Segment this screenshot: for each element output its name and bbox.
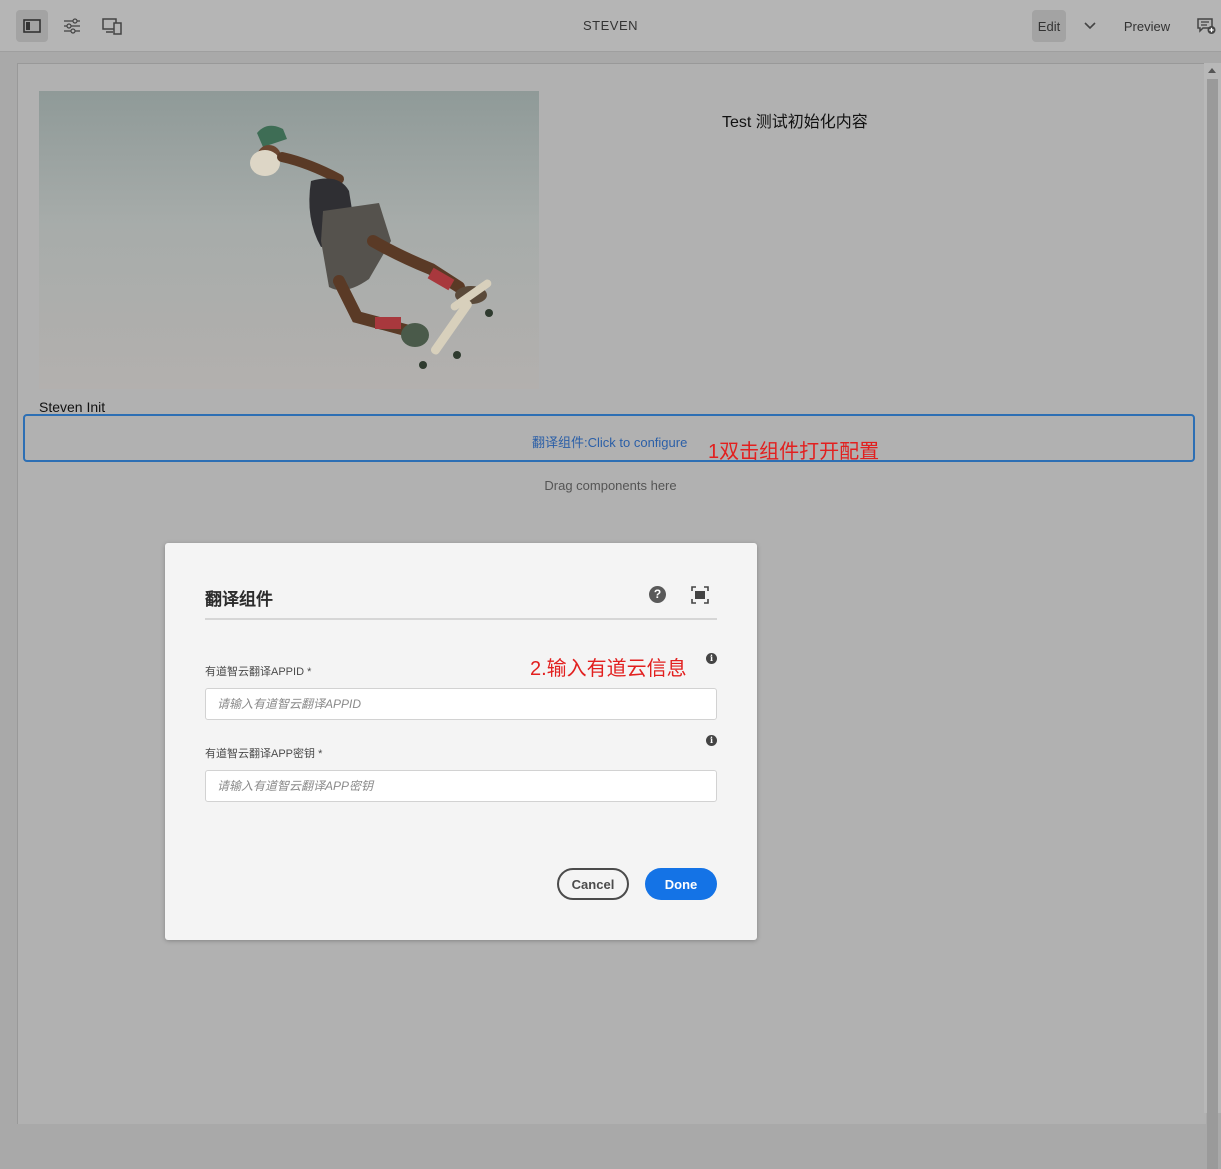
preview-mode-label: Preview <box>1123 18 1171 34</box>
mode-dropdown-button[interactable] <box>1076 10 1104 42</box>
app-secret-label: 有道智云翻译APP密钥 * <box>205 748 323 760</box>
translation-component-placeholder[interactable]: 翻译组件:Click to configure <box>23 414 1195 462</box>
drag-components-here[interactable]: Drag components here <box>0 478 1221 493</box>
edit-mode-label: Edit <box>1037 18 1061 34</box>
appid-info-icon[interactable]: i <box>706 653 717 664</box>
component-configure-label: 翻译组件:Click to configure <box>532 435 688 450</box>
steven-init-text[interactable]: Steven Init <box>39 399 105 415</box>
test-text[interactable]: Test 测试初始化内容 <box>722 108 868 132</box>
annotation-step-2: 2.输入有道云信息 <box>530 658 687 680</box>
edit-mode-button[interactable]: Edit <box>1032 10 1066 42</box>
dialog-title: 翻译组件 <box>205 590 273 609</box>
help-icon[interactable]: ? <box>649 586 666 603</box>
annotations-icon <box>1197 18 1216 34</box>
skateboarder-illustration <box>250 125 493 369</box>
app-secret-input[interactable] <box>205 770 717 802</box>
fullscreen-icon <box>691 586 709 604</box>
annotations-button[interactable] <box>1192 10 1220 42</box>
appid-input[interactable] <box>205 688 717 720</box>
app-secret-info-icon[interactable]: i <box>706 735 717 746</box>
page-scrollbar[interactable] <box>1204 63 1221 1169</box>
chevron-down-icon <box>1084 22 1096 30</box>
dialog-header-divider <box>205 618 717 620</box>
editor-toolbar: STEVEN Edit Preview <box>0 0 1221 52</box>
done-button[interactable]: Done <box>645 868 717 900</box>
translation-config-dialog: 翻译组件 ? 2.输入有道云信息 有道智云翻译APPID * i 有道智云翻译A… <box>165 543 757 940</box>
cancel-button[interactable]: Cancel <box>557 868 629 900</box>
hero-image[interactable] <box>39 91 539 389</box>
fullscreen-button[interactable] <box>691 586 709 604</box>
scrollbar-thumb[interactable] <box>1207 79 1218 1169</box>
appid-label: 有道智云翻译APPID * <box>205 666 312 678</box>
annotation-step-1: 1双击组件打开配置 <box>708 441 880 463</box>
preview-mode-button[interactable]: Preview <box>1116 10 1178 42</box>
scroll-up-arrow-icon[interactable] <box>1208 68 1216 73</box>
